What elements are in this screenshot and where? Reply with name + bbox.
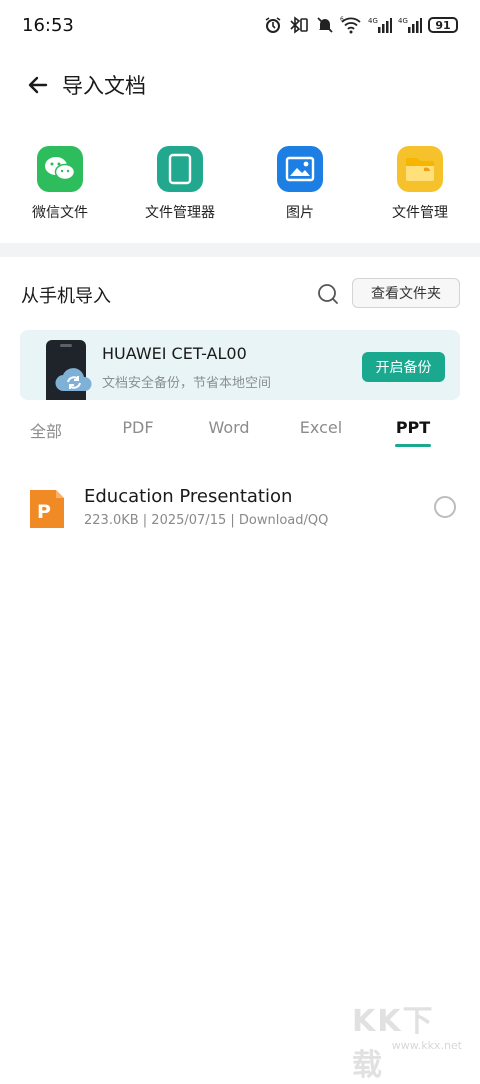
wechat-icon <box>37 146 83 192</box>
file-name: Education Presentation <box>84 486 293 507</box>
section-divider <box>0 243 480 257</box>
status-time: 16:53 <box>22 14 74 36</box>
tab-ppt[interactable]: PPT <box>373 418 453 447</box>
backup-subtitle: 文档安全备份，节省本地空间 <box>102 376 272 391</box>
image-icon <box>277 146 323 192</box>
status-bar: 16:53 6 4G 4G 91 <box>0 0 480 50</box>
arrow-left-icon <box>28 76 48 94</box>
file-select-radio[interactable] <box>434 496 456 518</box>
view-folder-button[interactable]: 查看文件夹 <box>352 278 460 308</box>
tab-excel[interactable]: Excel <box>281 418 361 437</box>
import-section-header: 从手机导入 查看文件夹 <box>0 274 480 314</box>
search-button[interactable] <box>316 282 340 306</box>
list-item[interactable]: P Education Presentation 223.0KB | 2025/… <box>0 476 480 540</box>
quick-source-label: 文件管理 <box>392 205 448 221</box>
tab-ppt-label: PPT <box>395 418 431 437</box>
svg-text:4G: 4G <box>398 17 408 25</box>
ppt-file-icon: P <box>28 488 66 530</box>
quick-source-label: 文件管理器 <box>145 205 215 221</box>
import-title: 从手机导入 <box>21 286 111 307</box>
quick-source-label: 微信文件 <box>32 205 88 221</box>
active-tab-indicator <box>395 444 431 447</box>
tab-pdf[interactable]: PDF <box>98 418 178 437</box>
header: 导入文档 <box>0 60 480 110</box>
signal-icon: 4G <box>368 16 392 34</box>
signal-icon-2: 4G <box>398 16 422 34</box>
folder-icon <box>397 146 443 192</box>
wifi-icon: 6 <box>340 16 362 34</box>
svg-text:6: 6 <box>340 16 344 23</box>
quick-source-file-manager[interactable]: 文件管理器 <box>125 146 235 222</box>
backup-card: HUAWEI CET-AL00 文档安全备份，节省本地空间 开启备份 <box>20 330 460 400</box>
back-button[interactable] <box>18 65 58 105</box>
quick-sources: 微信文件 文件管理器 图片 文件管理 <box>0 146 480 226</box>
page-title: 导入文档 <box>62 74 146 98</box>
svg-text:P: P <box>37 501 51 523</box>
status-icons: 6 4G 4G 91 <box>264 16 458 34</box>
watermark-url: www.kkx.net <box>391 1039 462 1052</box>
battery-icon: 91 <box>428 17 458 33</box>
watermark: KK下载 www.kkx.net <box>346 996 466 1083</box>
svg-text:4G: 4G <box>368 17 378 25</box>
bluetooth-vibrate-icon <box>288 16 310 34</box>
alarm-icon <box>264 16 282 34</box>
quick-source-images[interactable]: 图片 <box>245 146 355 222</box>
file-meta: 223.0KB | 2025/07/15 | Download/QQ <box>84 513 329 528</box>
file-type-tabs: 全部 PDF Word Excel PPT <box>0 410 480 450</box>
tab-all[interactable]: 全部 <box>6 418 86 442</box>
search-icon <box>318 284 338 304</box>
quick-source-wechat[interactable]: 微信文件 <box>5 146 115 222</box>
tab-word[interactable]: Word <box>189 418 269 437</box>
quick-source-files[interactable]: 文件管理 <box>365 146 475 222</box>
quick-source-label: 图片 <box>286 205 314 221</box>
device-name: HUAWEI CET-AL00 <box>102 344 247 363</box>
enable-backup-button[interactable]: 开启备份 <box>362 352 445 382</box>
cloud-sync-icon <box>54 364 94 394</box>
tablet-icon <box>157 146 203 192</box>
mute-icon <box>316 16 334 34</box>
